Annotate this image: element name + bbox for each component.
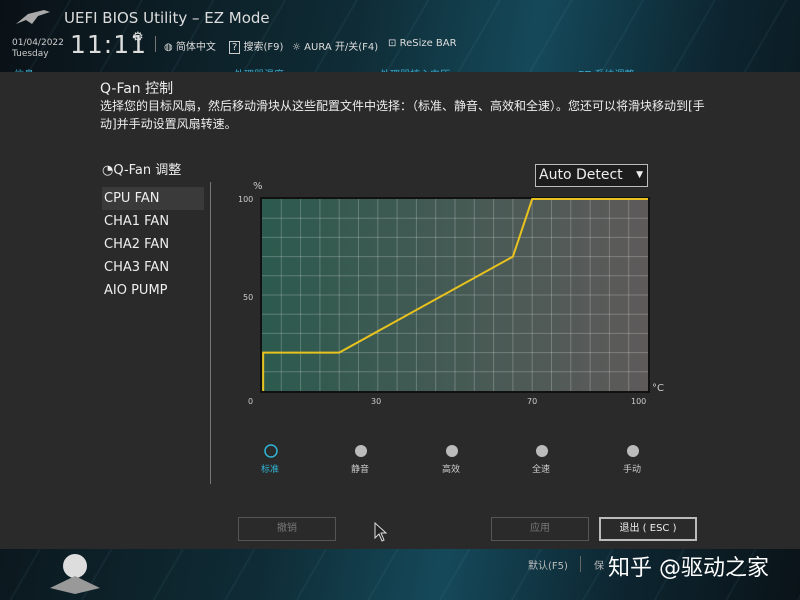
watermark: 知乎 @驱动之家 [608, 556, 769, 581]
apply-button[interactable]: 应用 [491, 517, 589, 541]
slider-stop-silent[interactable] [355, 445, 367, 457]
mouse-cursor-icon [374, 522, 388, 542]
profile-manual[interactable]: 手动 [623, 462, 641, 475]
profile-full-speed[interactable]: 全速 [532, 462, 550, 475]
divider [580, 556, 581, 572]
profile-performance[interactable]: 高效 [442, 462, 460, 475]
mascot-image [50, 554, 100, 594]
exit-button[interactable]: 退出 ( ESC ) [599, 517, 697, 541]
undo-button[interactable]: 撤销 [238, 517, 336, 541]
profile-slider[interactable] [0, 0, 800, 600]
default-button[interactable]: 默认(F5) [528, 557, 568, 572]
slider-stop-manual[interactable] [627, 445, 639, 457]
profile-standard[interactable]: 标准 [261, 462, 279, 475]
save-exit-button[interactable]: 保 [594, 557, 604, 572]
slider-stop-full-speed[interactable] [536, 445, 548, 457]
profile-silent[interactable]: 静音 [351, 462, 369, 475]
slider-stop-performance[interactable] [446, 445, 458, 457]
